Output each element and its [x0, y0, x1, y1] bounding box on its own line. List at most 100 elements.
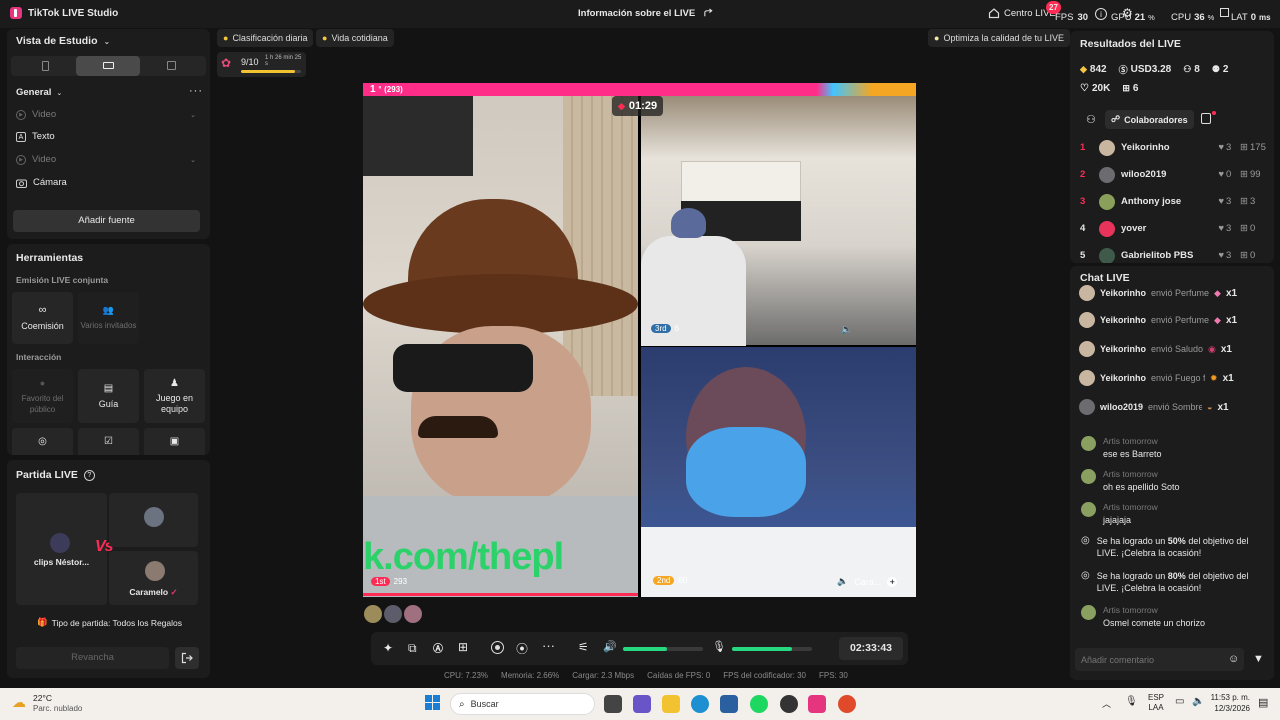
filter-icon[interactable]: ▼: [1253, 653, 1264, 665]
collaborators-tab[interactable]: ☍ Colaboradores: [1105, 110, 1194, 129]
more-options-icon[interactable]: ···: [542, 638, 555, 653]
usd-value: USD3.28: [1130, 64, 1172, 75]
chevron-down-icon: ⌄: [190, 156, 196, 164]
handshake-icon: ☍: [1111, 114, 1121, 124]
category-label: Vida cotidiana: [331, 33, 388, 43]
notifications-icon[interactable]: ▤: [1258, 696, 1268, 709]
emoji-icon[interactable]: ☺: [1228, 653, 1239, 665]
volume-icon[interactable]: 🔈: [841, 324, 852, 335]
guide-button[interactable]: ▤ Guía: [78, 369, 139, 423]
windows-start-icon[interactable]: [425, 695, 441, 711]
speaker-icon[interactable]: 🔊: [603, 640, 617, 653]
guest-top-score: 3rd 6: [651, 324, 679, 333]
avatar[interactable]: [404, 605, 422, 623]
ranking-row[interactable]: 4 yover ♥ 3 ⊞ 0: [1080, 215, 1266, 242]
microphone-tray-icon[interactable]: 🎙: [1125, 696, 1138, 707]
store-icon[interactable]: [720, 695, 738, 713]
translate-icon[interactable]: ⧉: [408, 641, 417, 656]
more-options-icon[interactable]: ···: [189, 85, 203, 97]
replay-icon[interactable]: ⦿: [516, 640, 528, 657]
ranking-row[interactable]: 2 wiloo2019 ♥ 0 ⊞ 99: [1080, 161, 1266, 188]
tool-button-check[interactable]: ☑: [78, 428, 139, 455]
ai-icon[interactable]: Ⓐ: [433, 640, 443, 655]
task-view-icon[interactable]: [604, 695, 622, 713]
list-icon[interactable]: [1201, 113, 1211, 124]
microphone-icon[interactable]: 🎙: [712, 640, 726, 653]
link-icon: ∞: [38, 303, 47, 316]
comment-input[interactable]: [1075, 648, 1225, 671]
clock[interactable]: 11:53 p. m. 12/3/2026: [1206, 693, 1250, 713]
tool-button-box[interactable]: ▣: [144, 428, 205, 455]
team-game-label: Juego en equipo: [155, 392, 194, 414]
user-edit-icon[interactable]: ⚇: [1086, 113, 1096, 126]
exit-match-button[interactable]: [175, 647, 199, 669]
ranking-row[interactable]: 3 Anthony jose ♥ 3 ⊞ 3: [1080, 188, 1266, 215]
optimize-tip[interactable]: ● Optimiza la calidad de tu LIVE: [928, 29, 1071, 47]
search-box[interactable]: ⌕ Buscar: [450, 693, 595, 715]
exit-icon: [181, 652, 193, 664]
mic-volume-slider[interactable]: [732, 647, 812, 651]
source-item-video-1[interactable]: ▶ Video ⌄: [16, 109, 196, 120]
favorite-button[interactable]: ● Favorito del público: [12, 369, 73, 423]
medal-icon: ●: [223, 33, 229, 43]
obs-icon[interactable]: [780, 695, 798, 713]
gear-icon[interactable]: ⚙: [1122, 6, 1133, 20]
cohost-button[interactable]: ∞ Coemisión: [12, 292, 73, 344]
add-source-button[interactable]: Añadir fuente: [13, 210, 200, 232]
avatar[interactable]: [384, 605, 402, 623]
gift-count: x1: [1217, 401, 1229, 413]
match-type-label: Tipo de partida: Todos los Regalos: [51, 617, 183, 628]
add-icon[interactable]: +: [887, 576, 898, 587]
source-item-text[interactable]: A Texto: [16, 131, 55, 142]
dual-layout-button[interactable]: [142, 56, 202, 76]
info-icon[interactable]: i: [1095, 8, 1107, 20]
file-explorer-icon[interactable]: [662, 695, 680, 713]
host-score-bar: [363, 593, 638, 596]
goal-progress-card[interactable]: ✿ 9/10 1 h 26 min 25 s: [217, 52, 306, 77]
avatar[interactable]: [364, 605, 382, 623]
magic-wand-icon[interactable]: ✦: [383, 641, 393, 655]
chevron-up-icon[interactable]: ︿: [1102, 697, 1111, 710]
ranking-row[interactable]: 1 Yeikorinho ♥ 3 ⊞ 175: [1080, 134, 1266, 161]
studio-view-dropdown[interactable]: Vista de Estudio ⌄: [16, 35, 110, 47]
q2-score: 6: [674, 324, 680, 333]
guest-avatar-list: [364, 605, 422, 623]
spotify-icon[interactable]: [750, 695, 768, 713]
volume-icon[interactable]: 🔈: [837, 576, 848, 587]
language-indicator[interactable]: ESP LAA: [1148, 693, 1164, 712]
teams-icon[interactable]: [633, 695, 651, 713]
match-type: 🎁 Tipo de partida: Todos los Regalos: [37, 617, 182, 628]
daily-ranking-tag[interactable]: ● Clasificación diaria: [217, 29, 314, 47]
chat-message: Artis tomorrow oh es apellido Soto: [1081, 469, 1180, 492]
multi-guest-button[interactable]: 👥 Varios invitados: [78, 292, 139, 344]
source-item-camera[interactable]: Cámara: [16, 177, 67, 188]
gift-user: Yeikorinho: [1100, 344, 1147, 354]
sliders-icon[interactable]: ⚟: [578, 640, 589, 654]
source-item-video-2[interactable]: ▶ Video ⌄: [16, 154, 196, 165]
landscape-button[interactable]: [76, 56, 140, 76]
chat-text: oh es apellido Soto: [1103, 482, 1180, 492]
guest-video-top: 3rd 6 🔈: [641, 96, 916, 346]
team-game-button[interactable]: ♟ Juego en equipo: [144, 369, 205, 423]
chrome-icon[interactable]: [838, 695, 856, 713]
restore-window-icon[interactable]: [1220, 8, 1229, 17]
speaker-volume-slider[interactable]: [623, 647, 703, 651]
general-scene[interactable]: General ⌄: [16, 87, 62, 98]
edge-icon[interactable]: [691, 695, 709, 713]
avatar: [1079, 341, 1095, 357]
chat-message: Artis tomorrow ese es Barreto: [1081, 436, 1162, 459]
help-icon[interactable]: ?: [83, 469, 95, 481]
add-overlay-icon[interactable]: ⊞: [458, 640, 468, 654]
category-tag[interactable]: ● Vida cotidiana: [316, 29, 394, 47]
ranking-row[interactable]: 5 Gabrielitob PBS ♥ 3 ⊞ 0: [1080, 242, 1266, 263]
live-info-link[interactable]: Información sobre el LIVE: [578, 8, 714, 19]
avatar: [1081, 605, 1096, 620]
tiktok-live-icon[interactable]: [808, 695, 826, 713]
tool-button-target[interactable]: ◎: [12, 428, 73, 455]
network-icon[interactable]: ▭: [1175, 696, 1184, 707]
record-icon[interactable]: [491, 641, 504, 654]
volume-tray-icon[interactable]: 🔈: [1192, 696, 1204, 707]
rematch-button[interactable]: Revancha: [16, 647, 169, 669]
stream-preview[interactable]: 1 º (293) k.com/thepl 1st 293 3rd 6 🔈 2n…: [363, 83, 916, 597]
portrait-button[interactable]: [15, 56, 75, 76]
